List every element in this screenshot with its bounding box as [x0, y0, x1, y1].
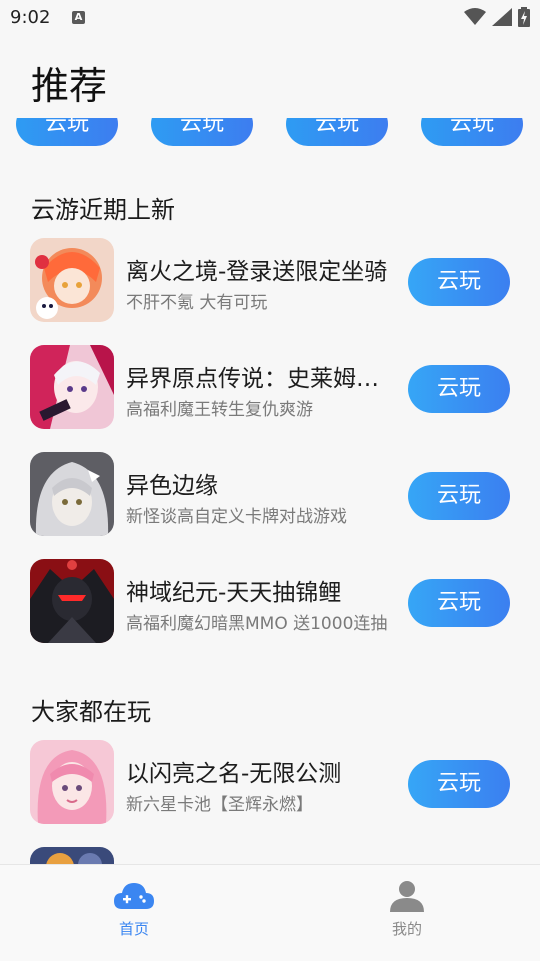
- game-row[interactable]: 神域纪元-天天抽锦鲤 高福利魔幻暗黑MMO 送1000连抽 云玩: [0, 559, 540, 645]
- game-icon[interactable]: [30, 345, 114, 429]
- cloud-play-button[interactable]: 云玩: [408, 472, 510, 520]
- status-time: 9:02: [10, 7, 51, 28]
- game-icon[interactable]: [30, 452, 114, 536]
- game-icon[interactable]: [30, 559, 114, 643]
- status-bar: 9:02 A: [0, 0, 540, 36]
- cloud-gamepad-icon: [114, 883, 154, 909]
- top-row-play-button[interactable]: 云玩: [151, 118, 253, 146]
- cloud-play-button[interactable]: 云玩: [408, 365, 510, 413]
- game-icon[interactable]: [30, 740, 114, 824]
- top-row-play-button[interactable]: 云玩: [421, 118, 523, 146]
- game-name: 异色边缘: [126, 473, 218, 499]
- status-icons: [464, 7, 530, 27]
- nav-item-me[interactable]: 我的: [347, 865, 467, 961]
- section-title-new-games: 云游近期上新: [31, 196, 175, 224]
- content-scroll-area[interactable]: 云玩 云玩 云玩 云玩 云游近期上新 离火之境-登录送限定坐骑 不肝不氪 大有可…: [0, 118, 540, 864]
- page-title: 推荐: [31, 64, 108, 108]
- game-name: 以闪亮之名-无限公测: [126, 761, 342, 787]
- top-row-play-button[interactable]: 云玩: [16, 118, 118, 146]
- game-description: 高福利魔幻暗黑MMO 送1000连抽: [126, 614, 388, 634]
- game-row-partial[interactable]: [0, 847, 540, 864]
- cloud-play-button[interactable]: 云玩: [408, 760, 510, 808]
- person-icon: [390, 881, 424, 912]
- game-description: 新六星卡池【圣辉永燃】: [126, 795, 313, 815]
- nav-label-home: 首页: [118, 920, 149, 938]
- signal-icon: [492, 8, 512, 26]
- game-description: 不肝不氪 大有可玩: [126, 293, 268, 313]
- section-title-popular-games: 大家都在玩: [31, 698, 151, 726]
- bottom-navigation: 首页 我的: [0, 864, 540, 961]
- game-name: 异界原点传说：史莱姆转生: [126, 366, 388, 392]
- nav-label-me: 我的: [391, 920, 422, 938]
- cloud-play-button[interactable]: 云玩: [408, 258, 510, 306]
- top-row-play-button[interactable]: 云玩: [286, 118, 388, 146]
- battery-icon: [518, 7, 530, 27]
- game-icon[interactable]: [30, 847, 114, 864]
- game-row[interactable]: 离火之境-登录送限定坐骑 不肝不氪 大有可玩 云玩: [0, 238, 540, 324]
- game-name: 神域纪元-天天抽锦鲤: [126, 580, 342, 606]
- game-icon[interactable]: [30, 238, 114, 322]
- game-name: 离火之境-登录送限定坐骑: [126, 259, 388, 285]
- game-description: 新怪谈高自定义卡牌对战游戏: [126, 507, 347, 527]
- game-row[interactable]: 异界原点传说：史莱姆转生 高福利魔王转生复仇爽游 云玩: [0, 345, 540, 431]
- wifi-icon: [464, 8, 486, 25]
- nav-item-home[interactable]: 首页: [74, 865, 194, 961]
- accessibility-badge-icon: A: [72, 11, 85, 24]
- game-description: 高福利魔王转生复仇爽游: [126, 400, 313, 420]
- game-row[interactable]: 以闪亮之名-无限公测 新六星卡池【圣辉永燃】 云玩: [0, 740, 540, 826]
- cloud-play-button[interactable]: 云玩: [408, 579, 510, 627]
- game-row[interactable]: 异色边缘 新怪谈高自定义卡牌对战游戏 云玩: [0, 452, 540, 538]
